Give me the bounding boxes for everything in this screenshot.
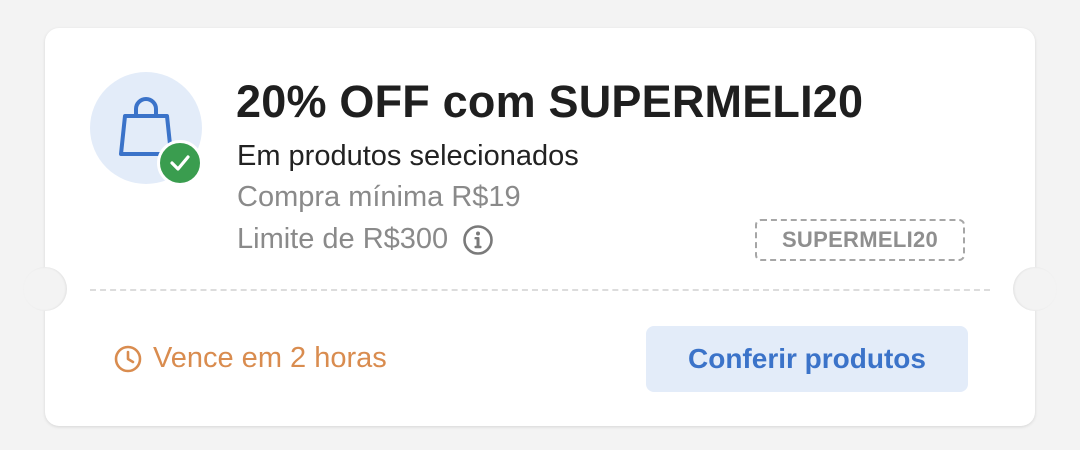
clock-icon <box>114 345 142 372</box>
coupon-subtitle: Em produtos selecionados <box>237 140 579 172</box>
expiry-text: Vence em 2 horas <box>153 342 387 374</box>
view-products-button[interactable]: Conferir produtos <box>646 326 968 392</box>
coupon-code-badge: SUPERMELI20 <box>755 219 965 261</box>
discount-limit: Limite de R$300 <box>237 223 449 255</box>
minimum-purchase: Compra mínima R$19 <box>237 181 521 213</box>
info-icon[interactable] <box>462 224 494 256</box>
ticket-notch-left <box>23 267 67 311</box>
coupon-title: 20% OFF com SUPERMELI20 <box>236 76 864 127</box>
ticket-divider <box>90 289 990 291</box>
expiry-row: Vence em 2 horas <box>113 342 387 375</box>
ticket-notch-right <box>1013 267 1057 311</box>
coupon-card: 20% OFF com SUPERMELI20 Em produtos sele… <box>23 28 1057 426</box>
check-badge <box>157 140 203 186</box>
discount-limit-row: Limite de R$300 <box>237 223 494 256</box>
check-icon <box>170 155 190 171</box>
